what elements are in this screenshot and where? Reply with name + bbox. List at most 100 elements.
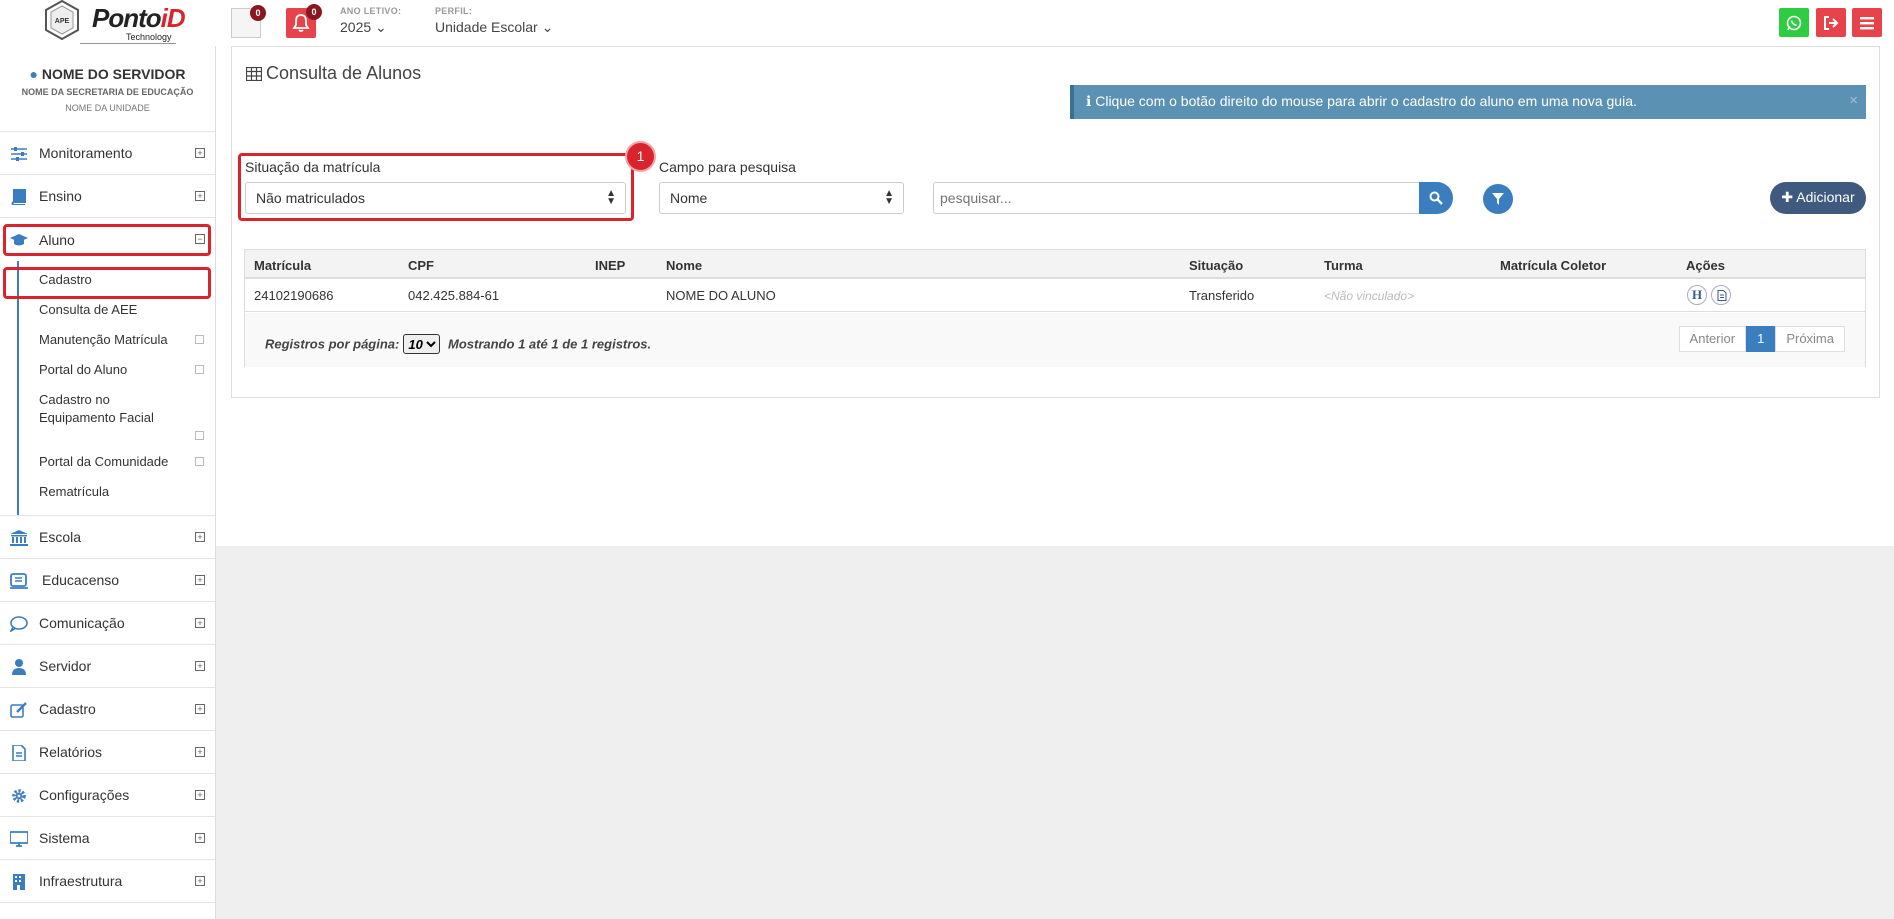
expand-icon[interactable]: +	[195, 704, 205, 714]
submenu-item-manutencao-matricula[interactable]: Manutenção Matrícula	[0, 325, 215, 355]
sidebar-item-relatorios[interactable]: Relatórios +	[0, 731, 215, 774]
col-matricula[interactable]: Matrícula	[254, 258, 311, 273]
aluno-submenu: Cadastro Consulta de AEE Manutenção Matr…	[0, 261, 215, 516]
chat-bubble-icon	[10, 616, 28, 632]
search-button[interactable]	[1419, 182, 1453, 214]
user-secretaria: NOME DA SECRETARIA DE EDUCAÇÃO	[21, 87, 194, 97]
expand-icon[interactable]	[195, 365, 204, 374]
whatsapp-button[interactable]	[1779, 8, 1809, 37]
expand-icon[interactable]	[195, 335, 204, 344]
cell-nome: NOME DO ALUNO	[666, 288, 776, 303]
brand-name: PontoiD	[92, 3, 186, 33]
sidebar-item-label: Comunicação	[39, 615, 125, 631]
submenu-item-consulta-aee[interactable]: Consulta de AEE	[0, 295, 215, 325]
sidebar-item-monitoramento[interactable]: Monitoramento +	[0, 132, 215, 175]
submenu-item-portal-comunidade[interactable]: Portal da Comunidade	[0, 447, 215, 477]
menu-button[interactable]	[1852, 8, 1882, 37]
col-situacao[interactable]: Situação	[1189, 258, 1243, 273]
sidebar-item-educacenso[interactable]: Educacenso +	[0, 559, 215, 602]
students-table: Matrícula CPF INEP Nome Situação Turma M…	[244, 249, 1866, 367]
top-bar: APE PontoiD Technology 0 0 ANO LETIVO: 2…	[0, 0, 1894, 46]
sidebar-item-comunicacao[interactable]: Comunicação +	[0, 602, 215, 645]
search-input[interactable]	[933, 182, 1420, 214]
records-per-page-select[interactable]: 10	[403, 334, 441, 354]
expand-icon[interactable]: +	[195, 790, 205, 800]
cell-turma: <Não vinculado>	[1324, 289, 1415, 303]
edit-icon	[10, 702, 27, 718]
user-name-row: ● NOME DO SERVIDOR	[0, 66, 215, 82]
user-unidade: NOME DA UNIDADE	[65, 103, 150, 113]
expand-icon[interactable]: +	[195, 532, 205, 542]
history-button[interactable]: H	[1687, 285, 1707, 305]
book-icon	[11, 189, 26, 205]
notifications-button[interactable]: 0	[286, 4, 322, 38]
documents-badge: 0	[250, 5, 266, 21]
user-icon	[12, 659, 26, 675]
sidebar-item-ensino[interactable]: Ensino +	[0, 175, 215, 218]
sidebar-item-servidor[interactable]: Servidor +	[0, 645, 215, 688]
next-page-button[interactable]: Próxima	[1775, 326, 1845, 352]
expand-icon[interactable]	[195, 457, 204, 466]
col-matricula-coletor[interactable]: Matrícula Coletor	[1500, 258, 1606, 273]
sidebar-item-infraestrutura[interactable]: Infraestrutura +	[0, 860, 215, 903]
cell-matricula: 24102190686	[254, 288, 334, 303]
logout-button[interactable]	[1816, 8, 1846, 37]
table-footer: Registros por página: 10 Mostrando 1 até …	[245, 313, 1865, 367]
expand-icon[interactable]: +	[195, 618, 205, 628]
sidebar-item-cadastro[interactable]: Cadastro +	[0, 688, 215, 731]
filter-button[interactable]	[1483, 184, 1513, 214]
logo[interactable]: APE PontoiD Technology	[40, 0, 186, 46]
col-turma[interactable]: Turma	[1324, 258, 1363, 273]
expand-icon[interactable]: +	[195, 747, 205, 757]
col-nome[interactable]: Nome	[666, 258, 702, 273]
expand-icon[interactable]: +	[195, 876, 205, 886]
notifications-badge: 0	[306, 4, 322, 20]
sliders-icon	[11, 147, 27, 161]
expand-icon[interactable]: +	[195, 833, 205, 843]
sidebar: ● NOME DO SERVIDOR NOME DA SECRETARIA DE…	[0, 46, 216, 919]
col-cpf[interactable]: CPF	[408, 258, 434, 273]
info-alert: ℹ Clique com o botão direito do mouse pa…	[1070, 85, 1866, 119]
sidebar-item-label: Sistema	[39, 830, 90, 846]
campo-label: Campo para pesquisa	[659, 159, 796, 175]
add-button[interactable]: ✚ Adicionar	[1770, 182, 1866, 214]
campo-select[interactable]: Nome ▲ ▼	[659, 182, 904, 214]
sidebar-item-escola[interactable]: Escola +	[0, 516, 215, 559]
sidebar-item-configuracoes[interactable]: Configurações +	[0, 774, 215, 817]
expand-icon[interactable]: +	[195, 661, 205, 671]
educacenso-icon	[10, 573, 28, 589]
user-name: NOME DO SERVIDOR	[41, 66, 186, 82]
sidebar-item-label: Escola	[39, 529, 82, 545]
whatsapp-icon	[1786, 15, 1802, 31]
search-icon	[1429, 191, 1443, 205]
expand-icon[interactable]: +	[195, 575, 205, 585]
institution-icon	[10, 530, 28, 546]
file-icon	[12, 745, 26, 761]
records-per-page: Registros por página: 10 Mostrando 1 até …	[265, 334, 651, 354]
perfil-selector[interactable]: PERFIL: Unidade Escolar ⌄	[435, 6, 553, 36]
sidebar-item-sistema[interactable]: Sistema +	[0, 817, 215, 860]
logo-underline	[80, 43, 176, 44]
table-row[interactable]: 24102190686 042.425.884-61 NOME DO ALUNO…	[245, 279, 1865, 312]
expand-icon[interactable]	[195, 431, 204, 440]
documents-button[interactable]: 0	[231, 5, 266, 38]
prev-page-button[interactable]: Anterior	[1678, 326, 1747, 352]
sidebar-item-label: Monitoramento	[39, 145, 133, 161]
document-button[interactable]	[1711, 285, 1731, 305]
submenu-item-portal-aluno[interactable]: Portal do Aluno	[0, 355, 215, 385]
perfil-value: Unidade Escolar ⌄	[435, 19, 554, 35]
col-inep[interactable]: INEP	[595, 258, 625, 273]
document-icon	[1717, 290, 1727, 301]
ano-letivo-selector[interactable]: ANO LETIVO: 2025 ⌄	[340, 6, 401, 36]
close-icon[interactable]: ×	[1849, 92, 1858, 109]
submenu-item-cadastro-facial[interactable]: Cadastro no Equipamento Facial	[0, 385, 215, 447]
alert-text: Clique com o botão direito do mouse para…	[1095, 93, 1637, 109]
pagination: Anterior 1 Próxima	[1678, 326, 1845, 352]
page-1-button[interactable]: 1	[1746, 326, 1776, 352]
hamburger-icon	[1860, 17, 1874, 30]
highlight-situacao	[238, 153, 634, 221]
sidebar-item-label: Servidor	[39, 658, 92, 674]
expand-icon[interactable]: +	[195, 191, 205, 201]
expand-icon[interactable]: +	[195, 148, 205, 158]
submenu-item-rematricula[interactable]: Rematrícula	[0, 477, 215, 513]
